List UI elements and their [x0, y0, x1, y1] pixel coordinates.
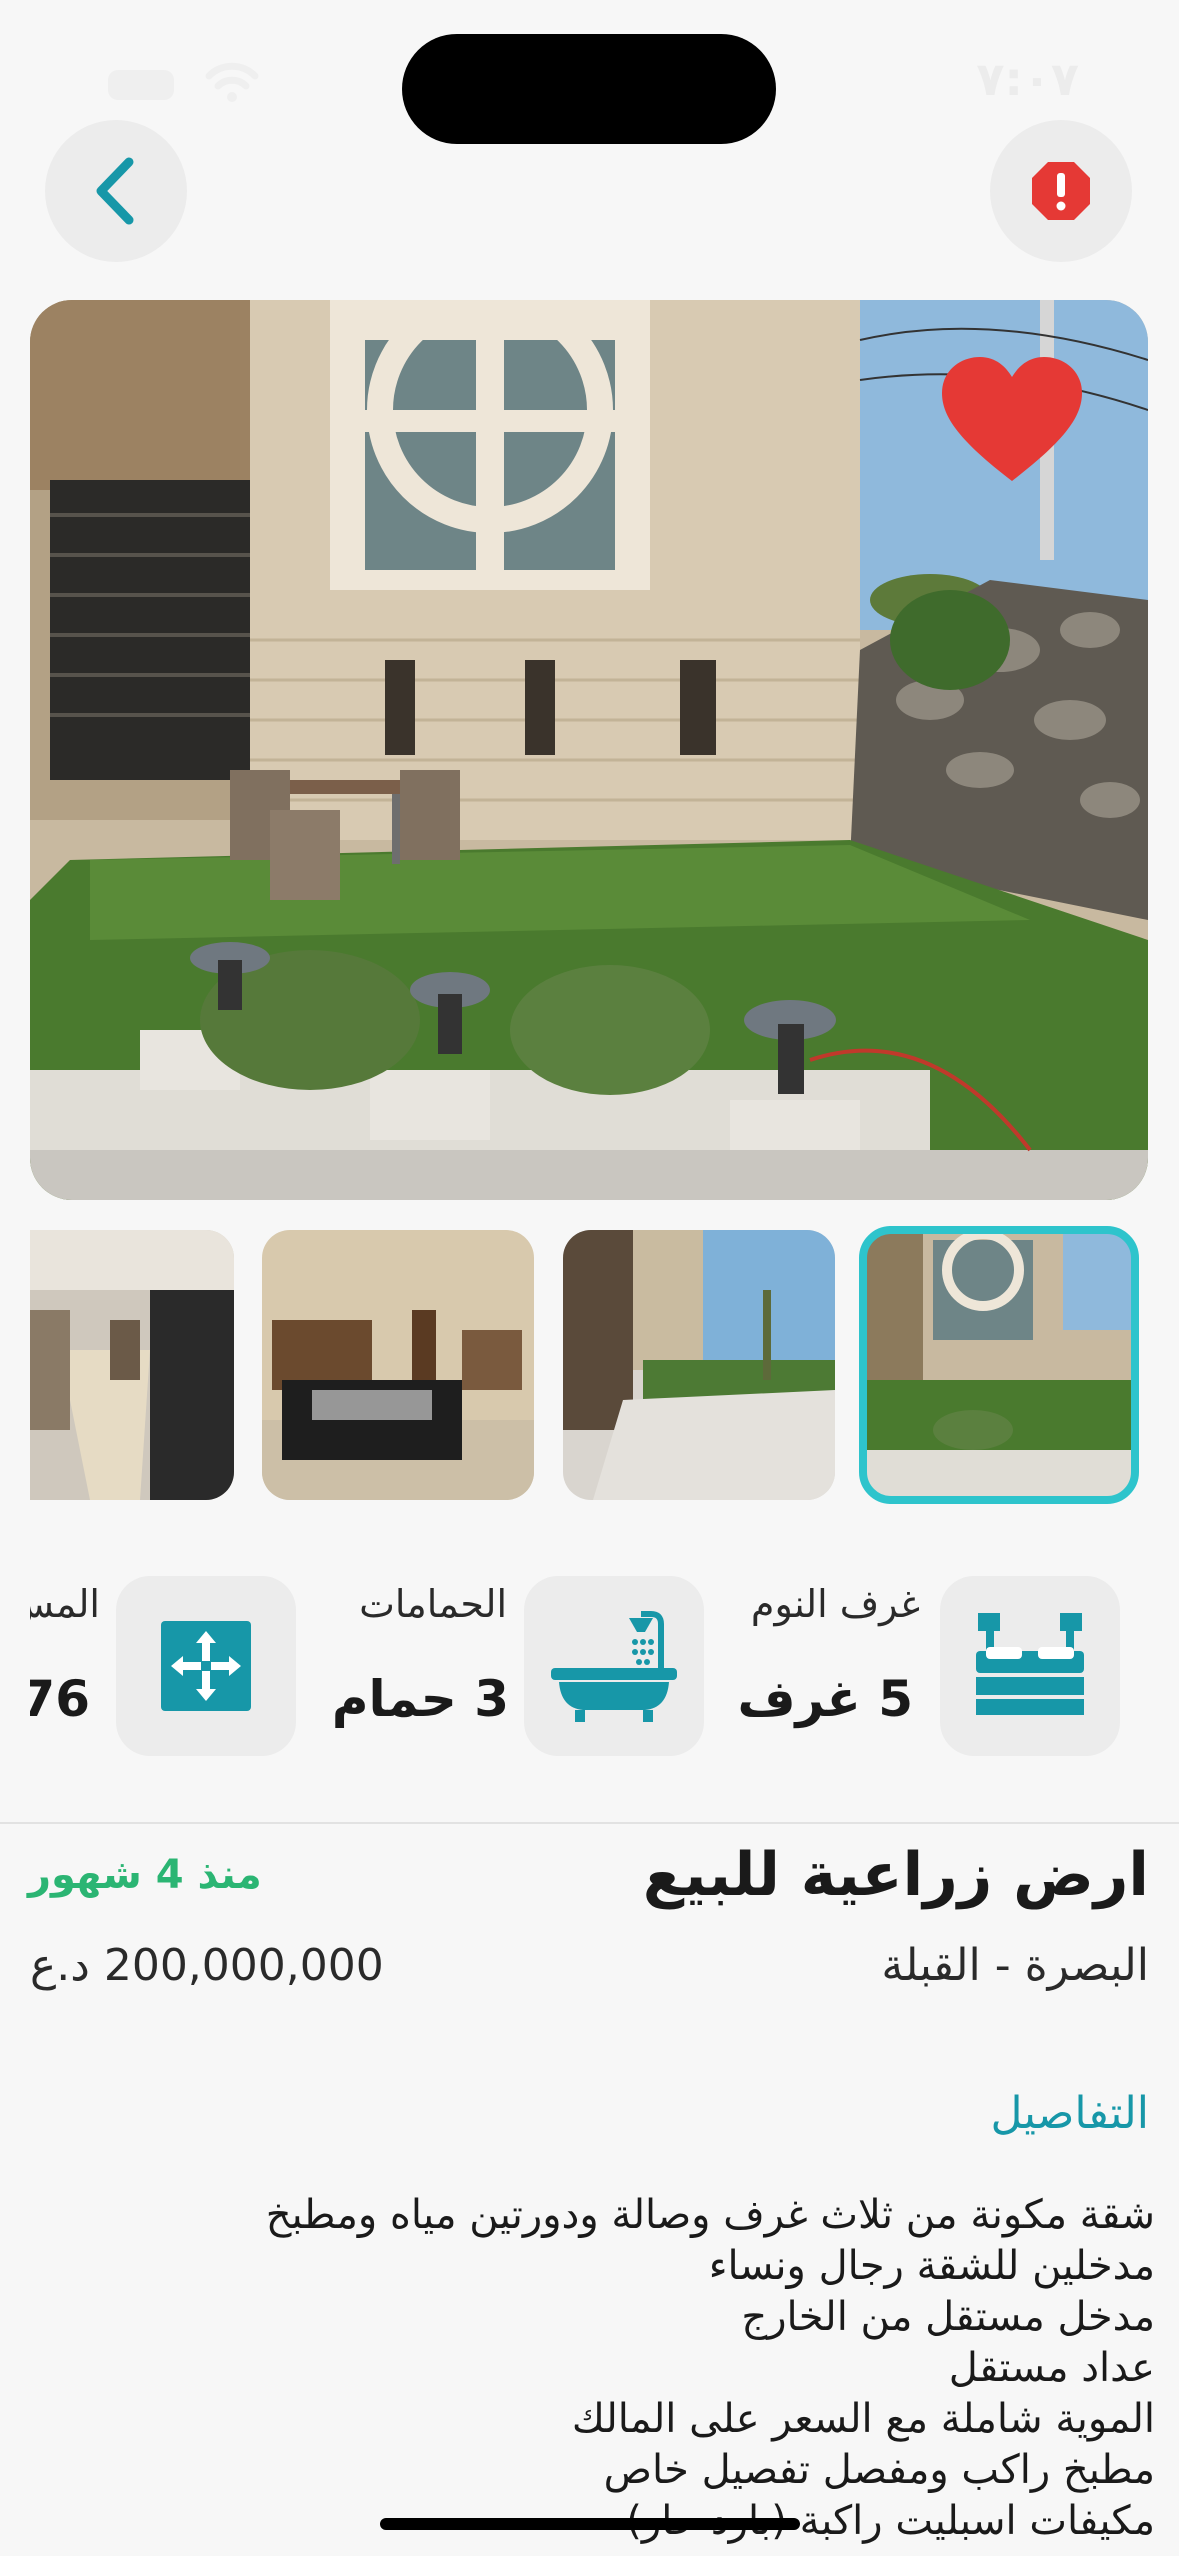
divider [0, 1822, 1179, 1824]
bed-icon [976, 1613, 1084, 1715]
details-line: مدخل مستقل من الخارج [741, 2294, 1155, 2340]
listing-time-ago: منذ 4 شهور [28, 1852, 262, 1898]
expand-arrows-icon [161, 1621, 251, 1711]
bathrooms-label: الحمامات [359, 1582, 507, 1626]
area-label: المس [30, 1582, 100, 1626]
bathroom-icon-box [524, 1576, 704, 1756]
details-line: الموية شاملة مع السعر على المالك [571, 2396, 1155, 2442]
details-line: عداد مستقل [948, 2345, 1155, 2391]
home-indicator[interactable] [380, 2518, 800, 2530]
wifi-icon [205, 62, 259, 102]
bedrooms-label: غرف النوم [750, 1582, 920, 1626]
thumbnail-kitchen[interactable] [30, 1230, 234, 1500]
bathrooms-value: 3 حمام [331, 1670, 509, 1728]
battery-icon [108, 70, 174, 100]
thumbnail-garden[interactable] [859, 1226, 1139, 1504]
bedroom-icon-box [940, 1576, 1120, 1756]
details-line: شقة مكونة من ثلاث غرف وصالة ودورتين مياه… [265, 2192, 1155, 2238]
thumbnail-bedroom[interactable] [262, 1230, 534, 1500]
area-value: 76 [30, 1670, 90, 1728]
report-button[interactable] [990, 120, 1132, 262]
heart-icon[interactable] [940, 355, 1084, 485]
bedrooms-value: 5 غرف [737, 1670, 913, 1728]
dynamic-island [402, 34, 776, 144]
thumbnail-courtyard[interactable] [563, 1230, 835, 1500]
status-time: ٧:٠٧ [976, 52, 1079, 106]
alert-icon [1032, 162, 1090, 220]
back-button[interactable] [45, 120, 187, 262]
listing-title: ارض زراعية للبيع [642, 1840, 1149, 1910]
details-heading: التفاصيل [990, 2088, 1149, 2139]
listing-location: البصرة - القبلة [881, 1940, 1149, 1991]
details-line: مطبخ راكب ومفصل تفصيل خاص [603, 2447, 1155, 2493]
bathtub-icon [551, 1611, 677, 1722]
area-icon-box [116, 1576, 296, 1756]
details-line: مدخلين للشقة رجال ونساء [708, 2243, 1155, 2289]
listing-price: 200,000,000 د.ع [30, 1940, 384, 1991]
details-list: شقة مكونة من ثلاث غرف وصالة ودورتين مياه… [55, 2190, 1155, 2547]
chevron-left-icon [96, 157, 134, 225]
